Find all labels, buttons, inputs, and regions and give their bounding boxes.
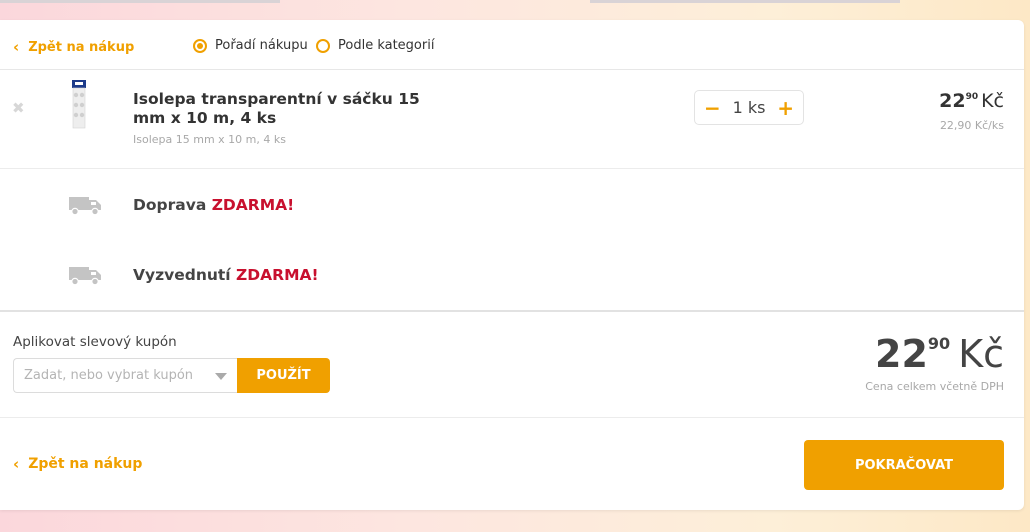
apply-coupon-button[interactable]: POUŽÍT xyxy=(237,358,330,393)
cart-item: ✖ Isolepa transparentní v sáčku 15 mm x … xyxy=(0,71,1024,169)
shipping-label-text: Doprava xyxy=(133,196,207,214)
total-price-integer: 22 xyxy=(875,332,928,376)
top-browser-edge xyxy=(0,0,1030,4)
continue-button[interactable]: POKRAČOVAT xyxy=(804,440,1004,490)
free-label: ZDARMA! xyxy=(211,196,295,214)
shipping-row-pickup: Vyzvednutí ZDARMA! xyxy=(0,252,1024,292)
total-price-decimal: 90 xyxy=(927,334,951,353)
sort-option-label: Podle kategorií xyxy=(338,38,435,53)
sort-option-category[interactable]: Podle kategorií xyxy=(316,38,434,53)
cart-header: ‹ Zpět na nákup Pořadí nákupu Podle kate… xyxy=(0,20,1024,70)
plus-icon[interactable]: + xyxy=(777,98,794,118)
truck-icon xyxy=(69,197,101,216)
minus-icon[interactable]: − xyxy=(704,98,721,118)
product-name[interactable]: Isolepa transparentní v sáčku 15 mm x 10… xyxy=(133,90,423,128)
back-to-shop-label: Zpět na nákup xyxy=(28,39,135,55)
sort-option-order[interactable]: Pořadí nákupu xyxy=(193,38,308,53)
chevron-down-icon[interactable] xyxy=(215,373,227,380)
product-thumbnail[interactable] xyxy=(69,79,89,129)
chevron-left-icon: ‹ xyxy=(13,38,20,56)
product-description: Isolepa 15 mm x 10 m, 4 ks xyxy=(133,133,286,146)
quantity-value: 1 ks xyxy=(732,98,766,117)
total-note: Cena celkem včetně DPH xyxy=(865,380,1004,393)
shipping-label: Doprava ZDARMA! xyxy=(133,196,294,214)
back-to-shop-label: Zpět na nákup xyxy=(28,456,143,472)
pickup-label: Vyzvednutí ZDARMA! xyxy=(133,266,319,284)
sort-option-label: Pořadí nákupu xyxy=(215,38,308,53)
top-edge-segment xyxy=(0,0,280,3)
item-price: 2290 Kč xyxy=(939,90,1004,112)
back-to-shop-link-top[interactable]: ‹ Zpět na nákup xyxy=(13,38,134,56)
item-price-integer: 22 xyxy=(939,90,966,112)
coupon-input[interactable] xyxy=(13,358,237,393)
radio-selected-icon xyxy=(193,38,207,53)
cart-card: ‹ Zpět na nákup Pořadí nákupu Podle kate… xyxy=(0,20,1024,510)
coupon-total-section: Aplikovat slevový kupón POUŽÍT 2290 Kč Ce… xyxy=(0,310,1024,418)
free-label: ZDARMA! xyxy=(236,266,319,284)
total-price: 2290 Kč xyxy=(875,332,1004,376)
quantity-stepper: − 1 ks + xyxy=(694,90,804,125)
item-unit-price: 22,90 Kč/ks xyxy=(939,119,1004,132)
chevron-left-icon: ‹ xyxy=(13,455,20,473)
total-price-currency: Kč xyxy=(958,332,1004,376)
top-edge-segment xyxy=(590,0,900,3)
item-price-currency: Kč xyxy=(981,90,1004,112)
item-price-decimal: 90 xyxy=(965,92,979,102)
shipping-row-delivery: Doprava ZDARMA! xyxy=(0,182,1024,222)
back-to-shop-link-bottom[interactable]: ‹ Zpět na nákup xyxy=(13,455,142,473)
pickup-label-text: Vyzvednutí xyxy=(133,266,231,284)
coupon-label: Aplikovat slevový kupón xyxy=(13,334,177,350)
close-icon[interactable]: ✖ xyxy=(12,99,25,117)
radio-unselected-icon xyxy=(316,38,330,53)
truck-icon xyxy=(69,267,101,286)
